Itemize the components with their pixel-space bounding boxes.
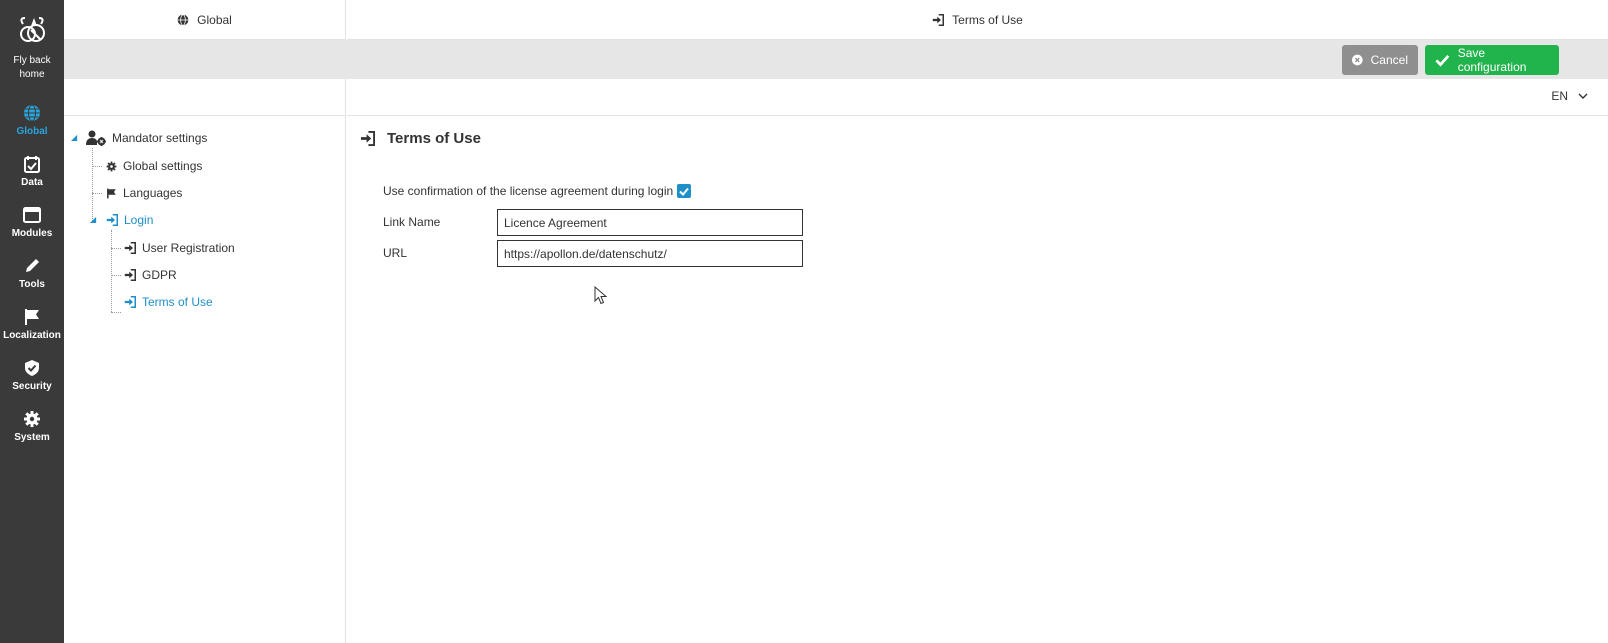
sign-in-icon [106, 214, 118, 226]
tree-item-gdpr[interactable]: GDPR [124, 268, 177, 282]
flag-icon [25, 309, 39, 325]
user-gear-icon [86, 130, 106, 146]
tree-connector [111, 230, 112, 312]
close-circle-icon [1352, 54, 1363, 66]
rail-item-label: System [14, 432, 50, 443]
tree-item-label: Mandator settings [112, 131, 208, 145]
mouse-cursor-icon [594, 286, 608, 305]
tree-panel-title: Global [197, 12, 232, 27]
cancel-label: Cancel [1370, 53, 1408, 67]
cancel-button[interactable]: Cancel [1342, 45, 1418, 75]
fly-back-home-button[interactable]: Fly back home [0, 14, 64, 82]
language-value: EN [1551, 89, 1568, 103]
window-icon [23, 207, 41, 223]
tree-item-mandator-settings[interactable]: Mandator settings [86, 130, 207, 146]
nav-rail: Fly back home Global Data Modules Tools … [0, 0, 64, 643]
link-name-input[interactable] [497, 209, 803, 236]
rail-item-tools[interactable]: Tools [0, 257, 64, 290]
license-confirmation-checkbox[interactable] [677, 184, 691, 198]
save-label: Save configuration [1457, 46, 1527, 74]
license-confirmation-label: Use confirmation of the license agreemen… [383, 184, 674, 198]
rail-item-label: Localization [3, 330, 61, 341]
sign-in-icon [124, 269, 136, 281]
tree-item-label: Login [124, 213, 154, 227]
pencil-icon [26, 259, 39, 272]
shield-icon [25, 360, 39, 376]
tree-panel-header: Global [64, 0, 345, 40]
tree-item-label: Languages [123, 186, 183, 200]
tree-connector [111, 312, 121, 313]
tree-connector [92, 148, 93, 221]
page-title-text: Terms of Use [387, 130, 481, 147]
tree-item-label: Global settings [123, 159, 203, 173]
tree-connector [92, 166, 102, 167]
tree-item-languages[interactable]: Languages [106, 186, 182, 200]
globe-icon [177, 13, 189, 26]
globe-icon [24, 104, 40, 122]
fly-back-home-label: Fly back home [13, 55, 51, 80]
rail-item-localization[interactable]: Localization [0, 308, 64, 341]
language-select[interactable]: EN [1551, 89, 1588, 103]
link-name-label: Link Name [383, 215, 441, 229]
save-configuration-button[interactable]: Save configuration [1425, 45, 1559, 75]
rail-item-system[interactable]: System [0, 410, 64, 443]
tree-item-label: Terms of Use [142, 295, 213, 309]
rail-item-modules[interactable]: Modules [0, 206, 64, 239]
rail-item-label: Security [12, 381, 52, 392]
tree-item-login[interactable]: Login [106, 213, 153, 227]
flag-icon [107, 188, 116, 198]
rail-item-label: Tools [19, 279, 45, 290]
tree-connector [111, 275, 121, 276]
sign-in-icon [124, 296, 136, 308]
chevron-down-icon [1578, 93, 1588, 99]
tree-connector [92, 193, 102, 194]
rail-item-label: Data [21, 177, 43, 188]
tree-panel-spacer [64, 79, 346, 116]
check-icon [1435, 54, 1450, 67]
sign-in-icon [360, 131, 375, 146]
calendar-icon [24, 156, 40, 173]
gear-icon [24, 411, 40, 427]
rail-item-security[interactable]: Security [0, 359, 64, 392]
tree-item-user-registration[interactable]: User Registration [124, 241, 235, 255]
sign-in-icon [932, 13, 945, 26]
rail-item-global[interactable]: Global [0, 104, 64, 137]
page-title: Terms of Use [360, 130, 481, 147]
action-toolbar: Cancel Save configuration [64, 40, 1608, 79]
tree-connector [111, 248, 121, 249]
rail-item-label: Modules [11, 228, 53, 239]
tree-item-global-settings[interactable]: Global settings [106, 159, 202, 173]
content-panel-header: Terms of Use [347, 0, 1608, 40]
url-input[interactable] [497, 240, 803, 267]
gear-icon [106, 161, 117, 171]
rail-item-label: Global [16, 126, 48, 137]
content-panel-title: Terms of Use [952, 12, 1023, 27]
expand-toggle-icon[interactable]: ◢ [90, 215, 96, 224]
sign-in-icon [124, 242, 136, 254]
url-label: URL [383, 246, 408, 260]
bee-icon [20, 17, 45, 42]
tree-item-label: User Registration [142, 241, 235, 255]
language-row: EN [347, 79, 1608, 116]
tree-item-terms-of-use[interactable]: Terms of Use [124, 295, 213, 309]
check-icon [679, 187, 689, 196]
tree-item-label: GDPR [142, 268, 177, 282]
expand-toggle-icon[interactable]: ◢ [71, 133, 77, 142]
rail-item-data[interactable]: Data [0, 155, 64, 188]
